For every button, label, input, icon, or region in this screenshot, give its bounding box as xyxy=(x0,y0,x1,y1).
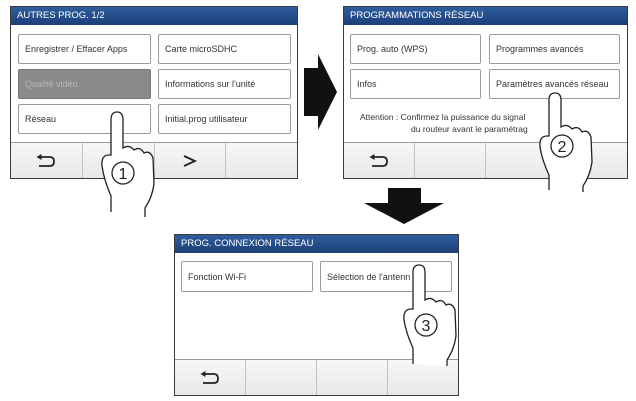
step-2-number: 2 xyxy=(558,139,567,156)
step-3-number: 3 xyxy=(422,318,431,335)
flow-arrow-right xyxy=(304,54,337,130)
flow-arrow-down xyxy=(364,188,444,224)
instruction-overlay: 1 2 3 xyxy=(101,54,593,366)
step-1-number: 1 xyxy=(119,166,128,183)
